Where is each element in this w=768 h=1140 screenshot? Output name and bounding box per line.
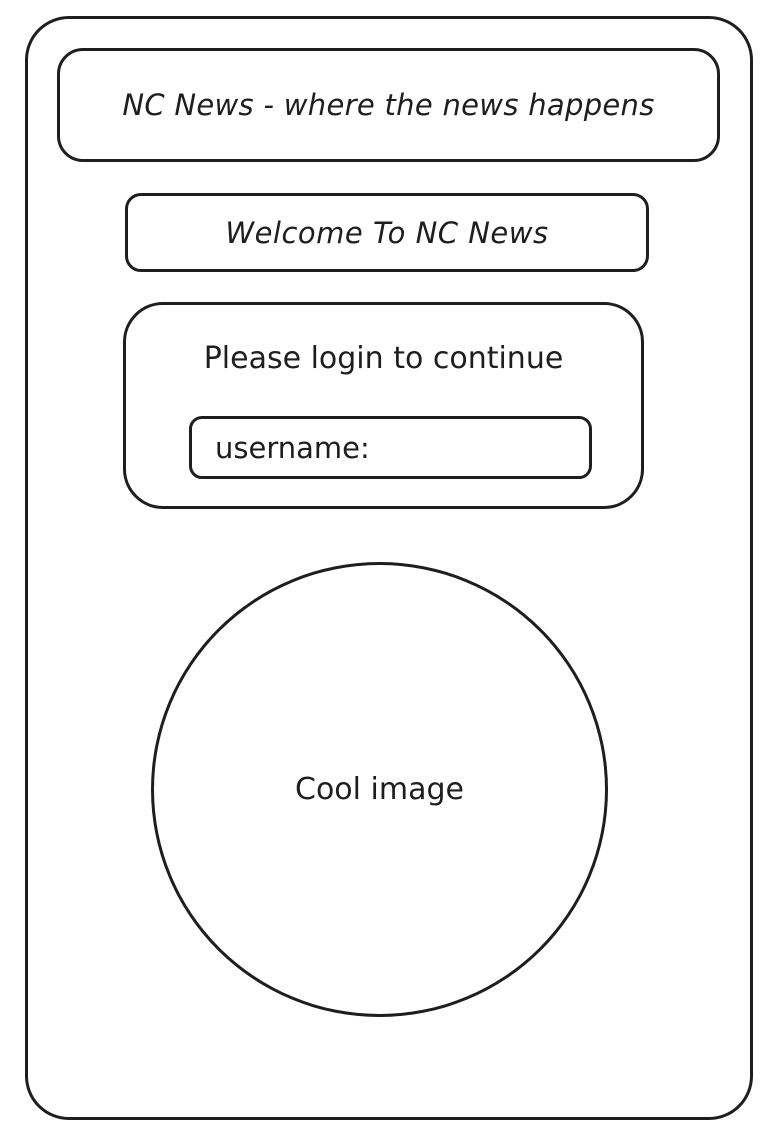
username-label: username: bbox=[215, 430, 370, 465]
site-title: NC News - where the news happens bbox=[122, 88, 655, 122]
site-header: NC News - where the news happens bbox=[57, 48, 720, 162]
welcome-text: Welcome To NC News bbox=[225, 215, 549, 250]
image-label: Cool image bbox=[295, 772, 464, 807]
username-input[interactable]: username: bbox=[189, 416, 592, 479]
login-panel: Please login to continue username: bbox=[123, 302, 644, 509]
cool-image-placeholder: Cool image bbox=[151, 562, 608, 1017]
welcome-banner: Welcome To NC News bbox=[125, 193, 649, 272]
login-prompt: Please login to continue bbox=[203, 341, 564, 376]
